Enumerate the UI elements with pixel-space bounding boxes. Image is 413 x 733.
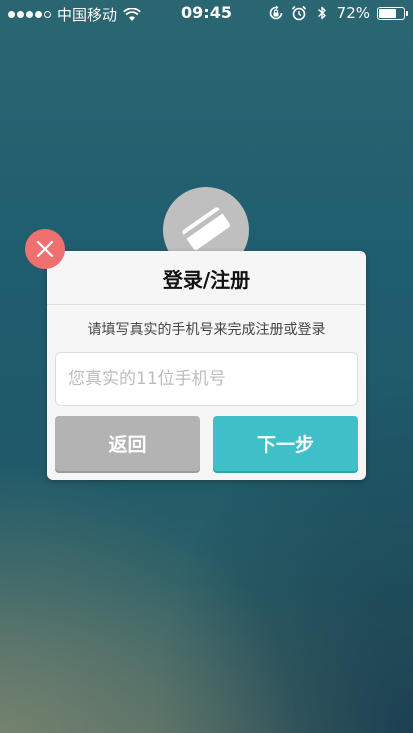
phone-number-input[interactable] <box>55 352 358 406</box>
next-step-button[interactable]: 下一步 <box>213 416 358 471</box>
dialog-title: 登录/注册 <box>162 268 251 292</box>
battery-icon <box>377 6 408 20</box>
divider <box>47 304 366 305</box>
status-bar-right: 72% <box>268 4 408 22</box>
battery-percent: 72% <box>336 4 370 22</box>
battery-fill <box>379 8 397 18</box>
back-button[interactable]: 返回 <box>55 416 200 471</box>
dialog-description: 请填写真实的手机号来完成注册或登录 <box>87 322 326 338</box>
close-icon <box>36 240 54 258</box>
orientation-lock-icon <box>269 5 282 20</box>
alarm-icon <box>291 5 306 21</box>
bluetooth-icon <box>317 6 326 20</box>
status-bar: 中国移动 09:45 72% <box>0 0 413 28</box>
close-button[interactable] <box>25 229 65 269</box>
login-register-dialog: 登录/注册 请填写真实的手机号来完成注册或登录 返回 下一步 <box>47 251 366 480</box>
